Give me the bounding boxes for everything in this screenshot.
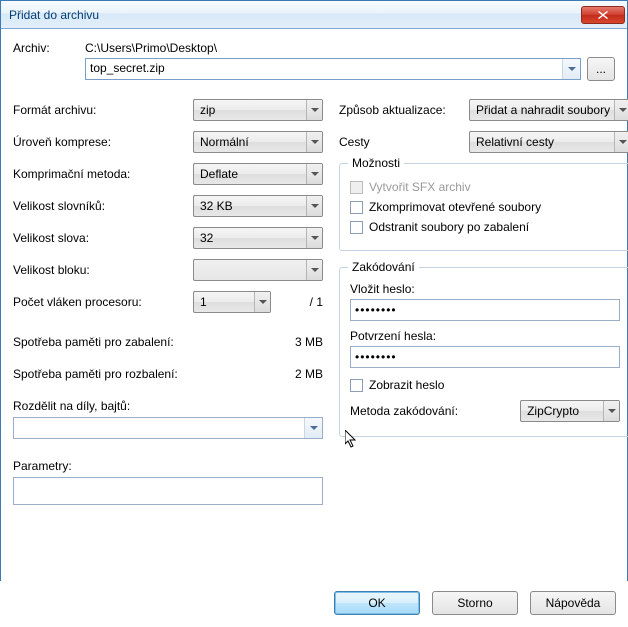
chevron-down-icon	[306, 164, 322, 184]
params-label: Parametry:	[13, 459, 323, 473]
params-input[interactable]	[13, 477, 323, 505]
encryption-method-combo[interactable]: ZipCrypto	[520, 400, 620, 422]
split-label: Rozdělit na díly, bajtů:	[13, 399, 323, 413]
paths-combo[interactable]: Relativní cesty	[469, 131, 628, 153]
update-label: Způsob aktualizace:	[339, 103, 459, 117]
close-button[interactable]	[581, 6, 625, 24]
options-legend: Možnosti	[348, 156, 404, 170]
method-label: Komprimační metoda:	[13, 167, 193, 181]
paths-value: Relativní cesty	[476, 135, 554, 149]
chevron-down-icon	[306, 260, 322, 280]
threads-total: / 1	[310, 295, 323, 309]
right-column: Způsob aktualizace: Přidat a nahradit so…	[339, 99, 628, 515]
word-value: 32	[200, 231, 213, 245]
word-label: Velikost slova:	[13, 231, 193, 245]
dict-combo[interactable]: 32 KB	[193, 195, 323, 217]
mem-pack-value: 3 MB	[295, 335, 323, 349]
method-combo[interactable]: Deflate	[193, 163, 323, 185]
encryption-method-label: Metoda zakódování:	[350, 404, 510, 418]
block-combo[interactable]	[193, 259, 323, 281]
browse-button-label: ...	[596, 62, 606, 76]
mem-unpack-label: Spotřeba paměti pro rozbalení:	[13, 367, 295, 381]
chevron-down-icon	[254, 292, 270, 312]
word-combo[interactable]: 32	[193, 227, 323, 249]
sfx-label: Vytvořit SFX archiv	[369, 180, 471, 194]
help-button[interactable]: Nápověda	[530, 591, 616, 615]
dialog-client: Archiv: C:\Users\Primo\Desktop\ top_secr…	[1, 29, 627, 525]
format-label: Formát archivu:	[13, 103, 193, 117]
chevron-down-icon	[614, 100, 628, 120]
compression-value: Normální	[200, 135, 249, 149]
mem-pack-label: Spotřeba paměti pro zabalení:	[13, 335, 295, 349]
encryption-legend: Zakódování	[348, 260, 419, 274]
compress-open-checkbox[interactable]	[350, 201, 363, 214]
threads-value: 1	[200, 295, 207, 309]
block-label: Velikost bloku:	[13, 263, 193, 277]
archive-label: Archiv:	[13, 41, 73, 55]
archive-path: C:\Users\Primo\Desktop\	[85, 41, 615, 55]
update-value: Přidat a nahradit soubory	[476, 103, 610, 117]
button-bar: OK Storno Nápověda	[0, 581, 628, 627]
method-value: Deflate	[200, 167, 238, 181]
archive-filename-combo[interactable]: top_secret.zip	[85, 58, 581, 80]
format-combo[interactable]: zip	[193, 99, 323, 121]
chevron-down-icon	[304, 418, 322, 438]
titlebar: Přidat do archivu	[1, 1, 627, 29]
split-combo[interactable]	[13, 417, 323, 439]
update-combo[interactable]: Přidat a nahradit soubory	[469, 99, 628, 121]
password-confirm-label: Potvrzení hesla:	[350, 329, 620, 343]
paths-label: Cesty	[339, 135, 459, 149]
ok-label: OK	[368, 596, 385, 610]
ok-button[interactable]: OK	[334, 591, 420, 615]
chevron-down-icon	[306, 196, 322, 216]
password-label: Vložit heslo:	[350, 282, 620, 296]
cancel-label: Storno	[457, 596, 492, 610]
chevron-down-icon	[562, 59, 580, 79]
show-password-label: Zobrazit heslo	[369, 378, 444, 392]
chevron-down-icon	[306, 132, 322, 152]
show-password-checkbox[interactable]	[350, 379, 363, 392]
compression-combo[interactable]: Normální	[193, 131, 323, 153]
threads-label: Počet vláken procesoru:	[13, 295, 193, 309]
window-title: Přidat do archivu	[9, 8, 581, 22]
close-icon	[598, 11, 608, 19]
compress-open-label: Zkomprimovat otevřené soubory	[369, 200, 541, 214]
delete-after-label: Odstranit soubory po zabalení	[369, 220, 529, 234]
left-column: Formát archivu: zip Úroveň komprese: Nor…	[13, 99, 323, 515]
password-input[interactable]	[350, 299, 620, 321]
threads-combo[interactable]: 1	[193, 291, 271, 313]
sfx-checkbox	[350, 181, 363, 194]
encryption-method-value: ZipCrypto	[527, 404, 579, 418]
password-confirm-input[interactable]	[350, 346, 620, 368]
options-group: Možnosti Vytvořit SFX archiv Zkomprimova…	[339, 163, 628, 251]
compression-label: Úroveň komprese:	[13, 135, 193, 149]
archive-filename-value: top_secret.zip	[90, 61, 165, 75]
dict-label: Velikost slovníků:	[13, 199, 193, 213]
encryption-group: Zakódování Vložit heslo: Potvrzení hesla…	[339, 267, 628, 437]
delete-after-checkbox[interactable]	[350, 221, 363, 234]
format-value: zip	[200, 103, 215, 117]
mem-unpack-value: 2 MB	[295, 367, 323, 381]
dict-value: 32 KB	[200, 199, 233, 213]
chevron-down-icon	[603, 401, 619, 421]
chevron-down-icon	[614, 132, 628, 152]
help-label: Nápověda	[546, 596, 601, 610]
browse-button[interactable]: ...	[587, 57, 615, 81]
chevron-down-icon	[306, 100, 322, 120]
chevron-down-icon	[306, 228, 322, 248]
cancel-button[interactable]: Storno	[432, 591, 518, 615]
